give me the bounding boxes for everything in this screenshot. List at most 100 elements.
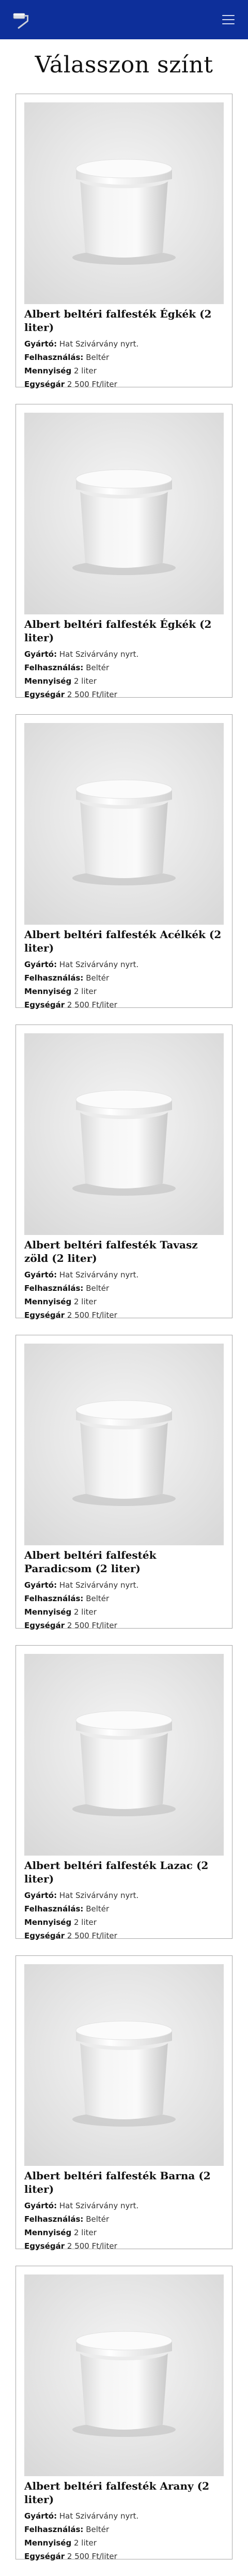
paint-bucket-image [24,1344,224,1545]
product-card[interactable]: Albert beltéri falfesték Paradicsom (2 l… [16,1335,233,1632]
manufacturer-value: Hat Szivárvány nyrt. [59,650,139,659]
manufacturer-value: Hat Szivárvány nyrt. [59,1891,139,1900]
unit-price-value: 2 500 Ft/liter [67,2241,117,2251]
product-title[interactable]: Albert beltéri falfesték Barna (2 liter) [24,2169,224,2196]
manufacturer-row: Gyártó: Hat Szivárvány nyrt. [24,1268,224,1282]
product-title[interactable]: Albert beltéri falfesték Acélkék (2 lite… [24,928,224,955]
unit-price-row: Egységár 2 500 Ft/liter [24,688,224,701]
usage-row: Felhasználás: Beltér [24,1902,224,1916]
quantity-value: 2 liter [74,2228,97,2237]
manufacturer-row: Gyártó: Hat Szivárvány nyrt. [24,647,224,661]
quantity-value: 2 liter [74,2538,97,2548]
manufacturer-row: Gyártó: Hat Szivárvány nyrt. [24,1578,224,1592]
quantity-row: Mennyiség 2 liter [24,1295,224,1308]
product-card[interactable]: Albert beltéri falfesték Lazac (2 liter)… [16,1645,233,1942]
unit-price-value: 2 500 Ft/liter [67,690,117,699]
paint-bucket-image [24,1033,224,1235]
quantity-row: Mennyiség 2 liter [24,1605,224,1619]
product-title[interactable]: Albert beltéri falfesték Paradicsom (2 l… [24,1548,224,1575]
usage-row: Felhasználás: Beltér [24,351,224,364]
usage-value: Beltér [86,1594,110,1603]
manufacturer-row: Gyártó: Hat Szivárvány nyrt. [24,958,224,971]
quantity-row: Mennyiség 2 liter [24,364,224,378]
product-card[interactable]: Albert beltéri falfesték Barna (2 liter)… [16,1955,233,2251]
unit-price-label: Egységár [24,1310,65,1320]
quantity-label: Mennyiség [24,1607,72,1617]
quantity-label: Mennyiség [24,366,72,375]
unit-price-value: 2 500 Ft/liter [67,1000,117,1010]
quantity-value: 2 liter [74,1607,97,1617]
card-body: Albert beltéri falfesték Tavasz zöld (2 … [24,1238,224,1322]
manufacturer-row: Gyártó: Hat Szivárvány nyrt. [24,2199,224,2212]
quantity-row: Mennyiség 2 liter [24,2536,224,2550]
usage-label: Felhasználás: [24,663,84,672]
unit-price-label: Egységár [24,690,65,699]
product-title[interactable]: Albert beltéri falfesték Égkék (2 liter) [24,307,224,334]
paint-bucket-image [24,1654,224,1856]
usage-value: Beltér [86,2215,110,2224]
product-card[interactable]: Albert beltéri falfesték Tavasz zöld (2 … [16,1025,233,1320]
usage-value: Beltér [86,1284,110,1293]
quantity-label: Mennyiség [24,1297,72,1306]
quantity-row: Mennyiség 2 liter [24,1916,224,1929]
unit-price-value: 2 500 Ft/liter [67,2552,117,2561]
unit-price-label: Egységár [24,1621,65,1630]
quantity-value: 2 liter [74,987,97,996]
manufacturer-label: Gyártó: [24,1580,57,1590]
product-list: Albert beltéri falfesték Égkék (2 liter)… [0,94,248,2561]
card-body: Albert beltéri falfesték Égkék (2 liter)… [24,617,224,701]
product-card[interactable]: Albert beltéri falfesték Égkék (2 liter)… [16,94,233,389]
unit-price-label: Egységár [24,2241,65,2251]
card-body: Albert beltéri falfesték Lazac (2 liter)… [24,1859,224,1942]
manufacturer-value: Hat Szivárvány nyrt. [59,339,139,349]
product-card[interactable]: Albert beltéri falfesték Arany (2 liter)… [16,2266,233,2561]
usage-label: Felhasználás: [24,1904,84,1914]
manufacturer-row: Gyártó: Hat Szivárvány nyrt. [24,337,224,351]
card-body: Albert beltéri falfesték Barna (2 liter)… [24,2169,224,2253]
usage-value: Beltér [86,973,110,983]
unit-price-row: Egységár 2 500 Ft/liter [24,1619,224,1632]
paint-bucket-image [24,723,224,925]
hamburger-menu-icon[interactable] [217,9,240,30]
unit-price-row: Egységár 2 500 Ft/liter [24,1308,224,1322]
usage-label: Felhasználás: [24,1284,84,1293]
usage-value: Beltér [86,353,110,362]
unit-price-label: Egységár [24,380,65,389]
manufacturer-label: Gyártó: [24,650,57,659]
manufacturer-row: Gyártó: Hat Szivárvány nyrt. [24,2509,224,2523]
unit-price-value: 2 500 Ft/liter [67,1621,117,1630]
usage-value: Beltér [86,1904,110,1914]
unit-price-value: 2 500 Ft/liter [67,380,117,389]
quantity-value: 2 liter [74,676,97,686]
paint-roller-icon[interactable] [8,6,35,33]
quantity-row: Mennyiség 2 liter [24,674,224,688]
usage-label: Felhasználás: [24,973,84,983]
page-title: Válasszon színt [35,52,213,78]
manufacturer-label: Gyártó: [24,960,57,969]
usage-row: Felhasználás: Beltér [24,971,224,985]
product-title[interactable]: Albert beltéri falfesték Égkék (2 liter) [24,617,224,644]
paint-bucket-image [24,2274,224,2476]
manufacturer-value: Hat Szivárvány nyrt. [59,1580,139,1590]
manufacturer-label: Gyártó: [24,339,57,349]
quantity-row: Mennyiség 2 liter [24,2226,224,2239]
card-body: Albert beltéri falfesték Arany (2 liter)… [24,2479,224,2563]
quantity-value: 2 liter [74,366,97,375]
manufacturer-value: Hat Szivárvány nyrt. [59,960,139,969]
card-body: Albert beltéri falfesték Paradicsom (2 l… [24,1548,224,1632]
manufacturer-value: Hat Szivárvány nyrt. [59,1270,139,1279]
usage-row: Felhasználás: Beltér [24,1282,224,1295]
usage-label: Felhasználás: [24,1594,84,1603]
product-title[interactable]: Albert beltéri falfesték Tavasz zöld (2 … [24,1238,224,1265]
product-title[interactable]: Albert beltéri falfesték Lazac (2 liter) [24,1859,224,1886]
unit-price-row: Egységár 2 500 Ft/liter [24,1929,224,1942]
manufacturer-label: Gyártó: [24,2511,57,2521]
product-title[interactable]: Albert beltéri falfesték Arany (2 liter) [24,2479,224,2506]
product-card[interactable]: Albert beltéri falfesték Égkék (2 liter)… [16,404,233,701]
manufacturer-value: Hat Szivárvány nyrt. [59,2201,139,2210]
unit-price-row: Egységár 2 500 Ft/liter [24,2239,224,2253]
paint-bucket-image [24,413,224,614]
manufacturer-value: Hat Szivárvány nyrt. [59,2511,139,2521]
quantity-label: Mennyiség [24,676,72,686]
product-card[interactable]: Albert beltéri falfesték Acélkék (2 lite… [16,714,233,1010]
